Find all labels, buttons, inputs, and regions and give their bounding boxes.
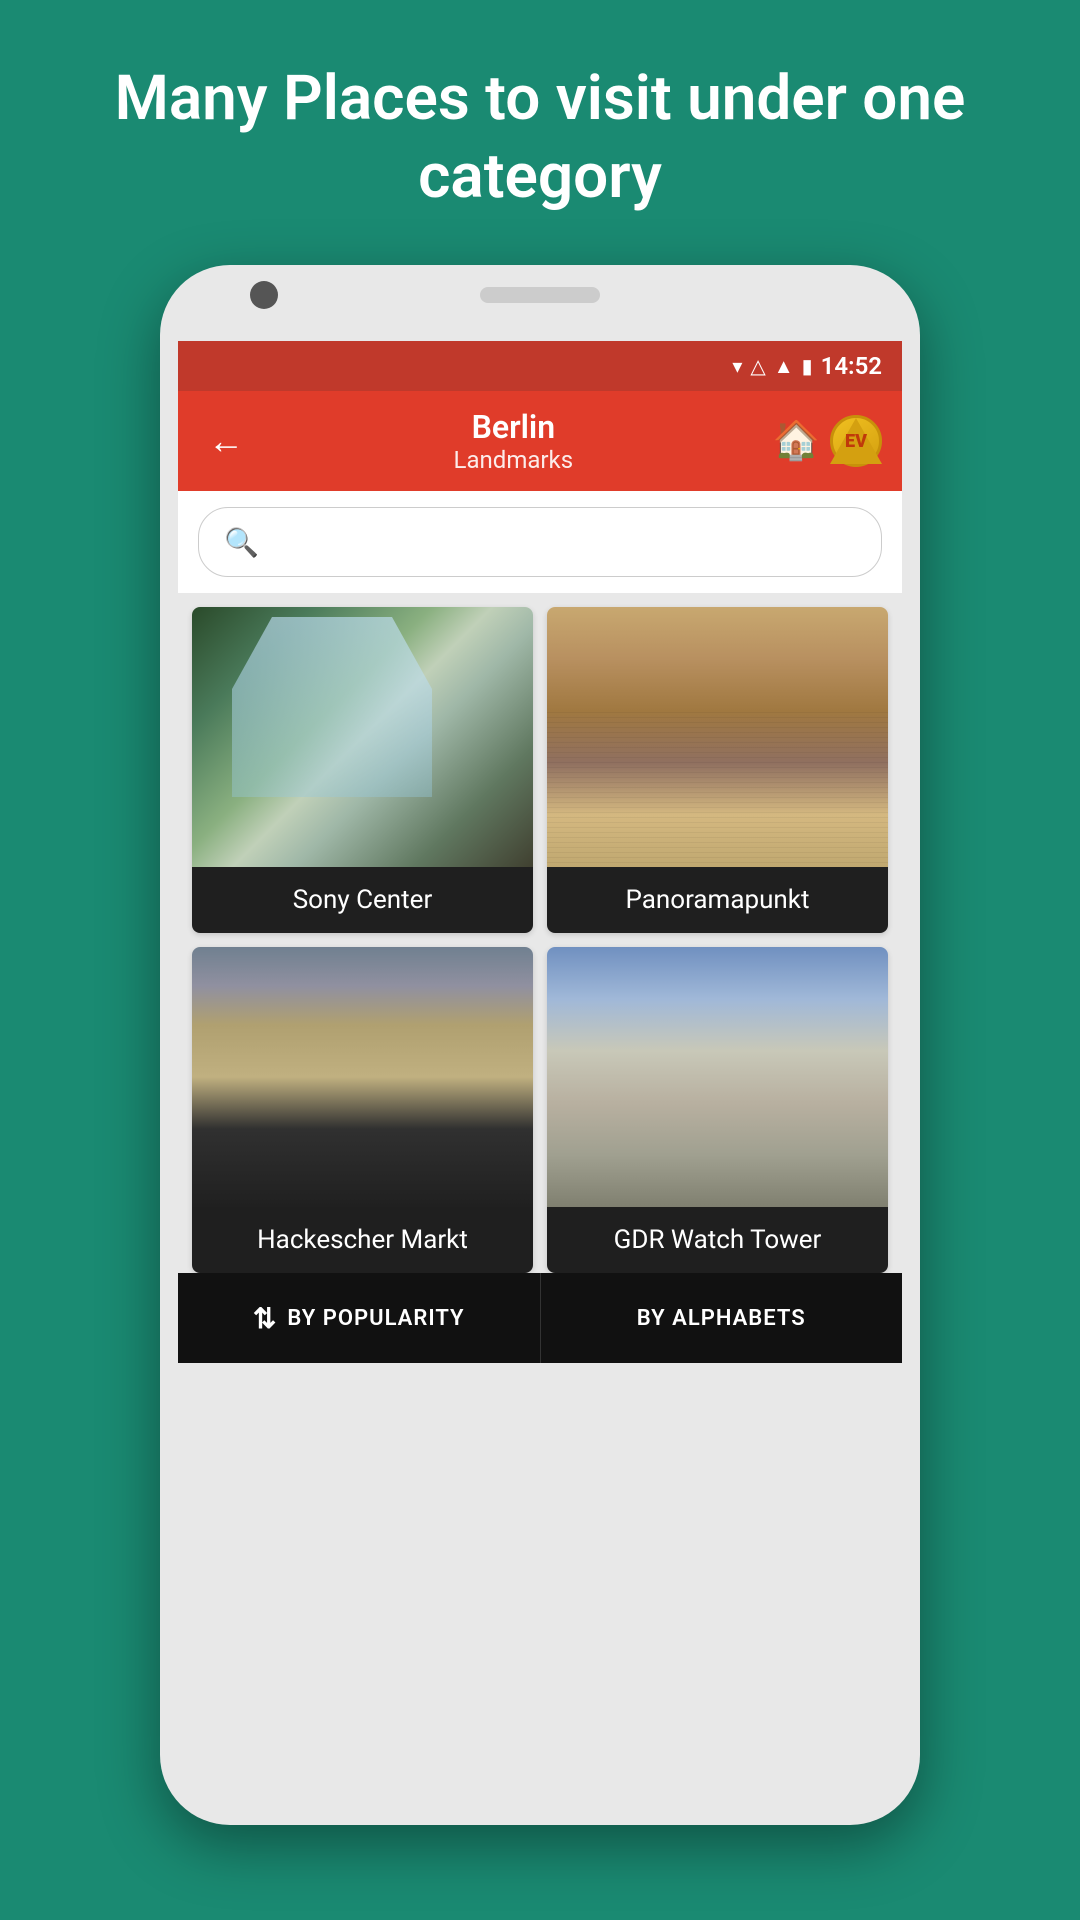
- place-image-panoramapunkt: [547, 607, 888, 867]
- wifi-icon: ▾: [732, 354, 742, 378]
- hero-heading: Many Places to visit under one category: [0, 0, 1080, 265]
- city-title: Berlin: [472, 408, 556, 446]
- battery-icon: ▮: [802, 354, 813, 378]
- place-image-sony-center: [192, 607, 533, 867]
- signal2-icon: ▲: [774, 354, 794, 379]
- sort-arrows-icon: ⇅: [253, 1302, 277, 1335]
- search-input[interactable]: [274, 527, 856, 558]
- place-label-gdr-watch-tower: GDR Watch Tower: [547, 1207, 888, 1273]
- ev-badge-label: EV: [845, 431, 867, 452]
- place-card-hackescher-markt[interactable]: Hackescher Markt: [192, 947, 533, 1273]
- place-label-hackescher-markt: Hackescher Markt: [192, 1207, 533, 1273]
- back-button[interactable]: ←: [198, 410, 254, 472]
- place-card-panoramapunkt[interactable]: Panoramapunkt: [547, 607, 888, 933]
- app-bar-icons: 🏠 EV: [773, 415, 882, 467]
- place-image-gdr-watch-tower: [547, 947, 888, 1207]
- status-bar: ▾ △ ▲ ▮ 14:52: [178, 341, 902, 391]
- status-time: 14:52: [821, 352, 882, 380]
- category-subtitle: Landmarks: [454, 446, 574, 474]
- sort-alphabets-label: BY ALPHABETS: [637, 1306, 806, 1331]
- app-bar: ← Berlin Landmarks 🏠 EV: [178, 391, 902, 491]
- app-bar-title: Berlin Landmarks: [274, 408, 753, 474]
- sort-bar: ⇅ BY POPULARITY BY ALPHABETS: [178, 1273, 902, 1363]
- sort-popularity-label: BY POPULARITY: [287, 1306, 464, 1331]
- place-image-hackescher-markt: [192, 947, 533, 1207]
- search-bar[interactable]: 🔍: [198, 507, 882, 577]
- ev-badge-button[interactable]: EV: [830, 415, 882, 467]
- search-icon: 🔍: [224, 526, 259, 559]
- app-content: ▾ △ ▲ ▮ 14:52 ← Berlin Landmarks 🏠 EV: [178, 341, 902, 1363]
- phone-mockup: ▾ △ ▲ ▮ 14:52 ← Berlin Landmarks 🏠 EV: [160, 265, 920, 1825]
- place-card-sony-center[interactable]: Sony Center: [192, 607, 533, 933]
- places-grid: Sony Center Panoramapunkt Hackescher Mar…: [178, 593, 902, 1273]
- camera-dot: [250, 281, 278, 309]
- speaker-bar: [480, 287, 600, 303]
- search-container: 🔍: [178, 491, 902, 593]
- home-button[interactable]: 🏠: [773, 419, 820, 463]
- sort-by-popularity[interactable]: ⇅ BY POPULARITY: [178, 1273, 541, 1363]
- sort-by-alphabets[interactable]: BY ALPHABETS: [541, 1273, 903, 1363]
- signal1-icon: △: [750, 354, 765, 378]
- place-label-sony-center: Sony Center: [192, 867, 533, 933]
- place-label-panoramapunkt: Panoramapunkt: [547, 867, 888, 933]
- status-icons: ▾ △ ▲ ▮ 14:52: [732, 352, 882, 380]
- place-card-gdr-watch-tower[interactable]: GDR Watch Tower: [547, 947, 888, 1273]
